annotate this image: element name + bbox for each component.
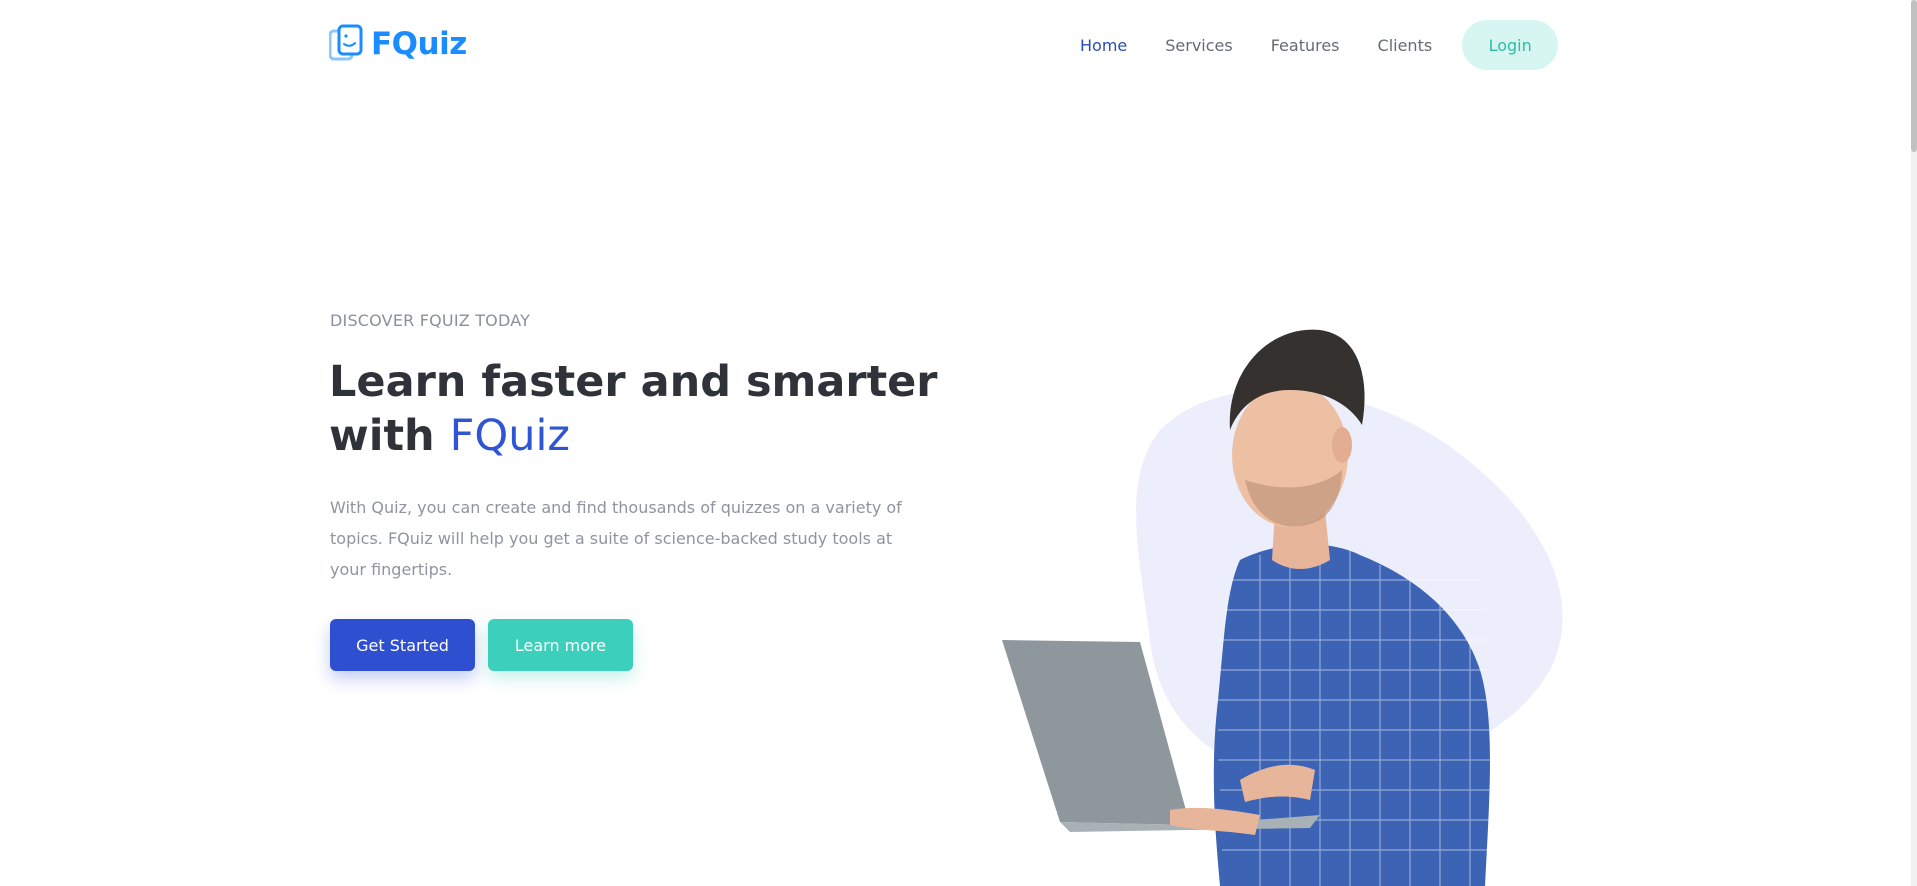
logo-icon — [329, 24, 363, 61]
logo-text: FQuiz — [371, 26, 467, 62]
hero-eyebrow: DISCOVER FQUIZ TODAY — [330, 311, 531, 330]
hero-description: With Quiz, you can create and find thous… — [330, 498, 902, 579]
hero-headline: Learn faster and smarter with FQuiz — [329, 355, 949, 463]
headline-line-1: Learn faster and smarter — [329, 357, 938, 407]
landing-page: FQuiz Home Services Features Clients Log… — [0, 0, 1917, 886]
get-started-button[interactable]: Get Started — [330, 619, 475, 671]
main-nav: Home Services Features Clients Login — [1080, 20, 1559, 70]
headline-brand: FQuiz — [449, 411, 570, 461]
logo[interactable]: FQuiz — [329, 24, 467, 64]
scrollbar[interactable] — [1911, 0, 1917, 886]
nav-clients[interactable]: Clients — [1378, 36, 1433, 55]
man-with-laptop-illustration — [1002, 329, 1563, 886]
nav-home[interactable]: Home — [1080, 36, 1127, 55]
learn-more-button[interactable]: Learn more — [488, 619, 633, 671]
nav-features[interactable]: Features — [1271, 36, 1340, 55]
scrollbar-thumb[interactable] — [1911, 0, 1917, 152]
login-button[interactable]: Login — [1462, 20, 1559, 70]
site-header: FQuiz Home Services Features Clients Log… — [0, 0, 1911, 90]
nav-services[interactable]: Services — [1165, 36, 1232, 55]
headline-line-2-prefix: with — [329, 411, 450, 461]
